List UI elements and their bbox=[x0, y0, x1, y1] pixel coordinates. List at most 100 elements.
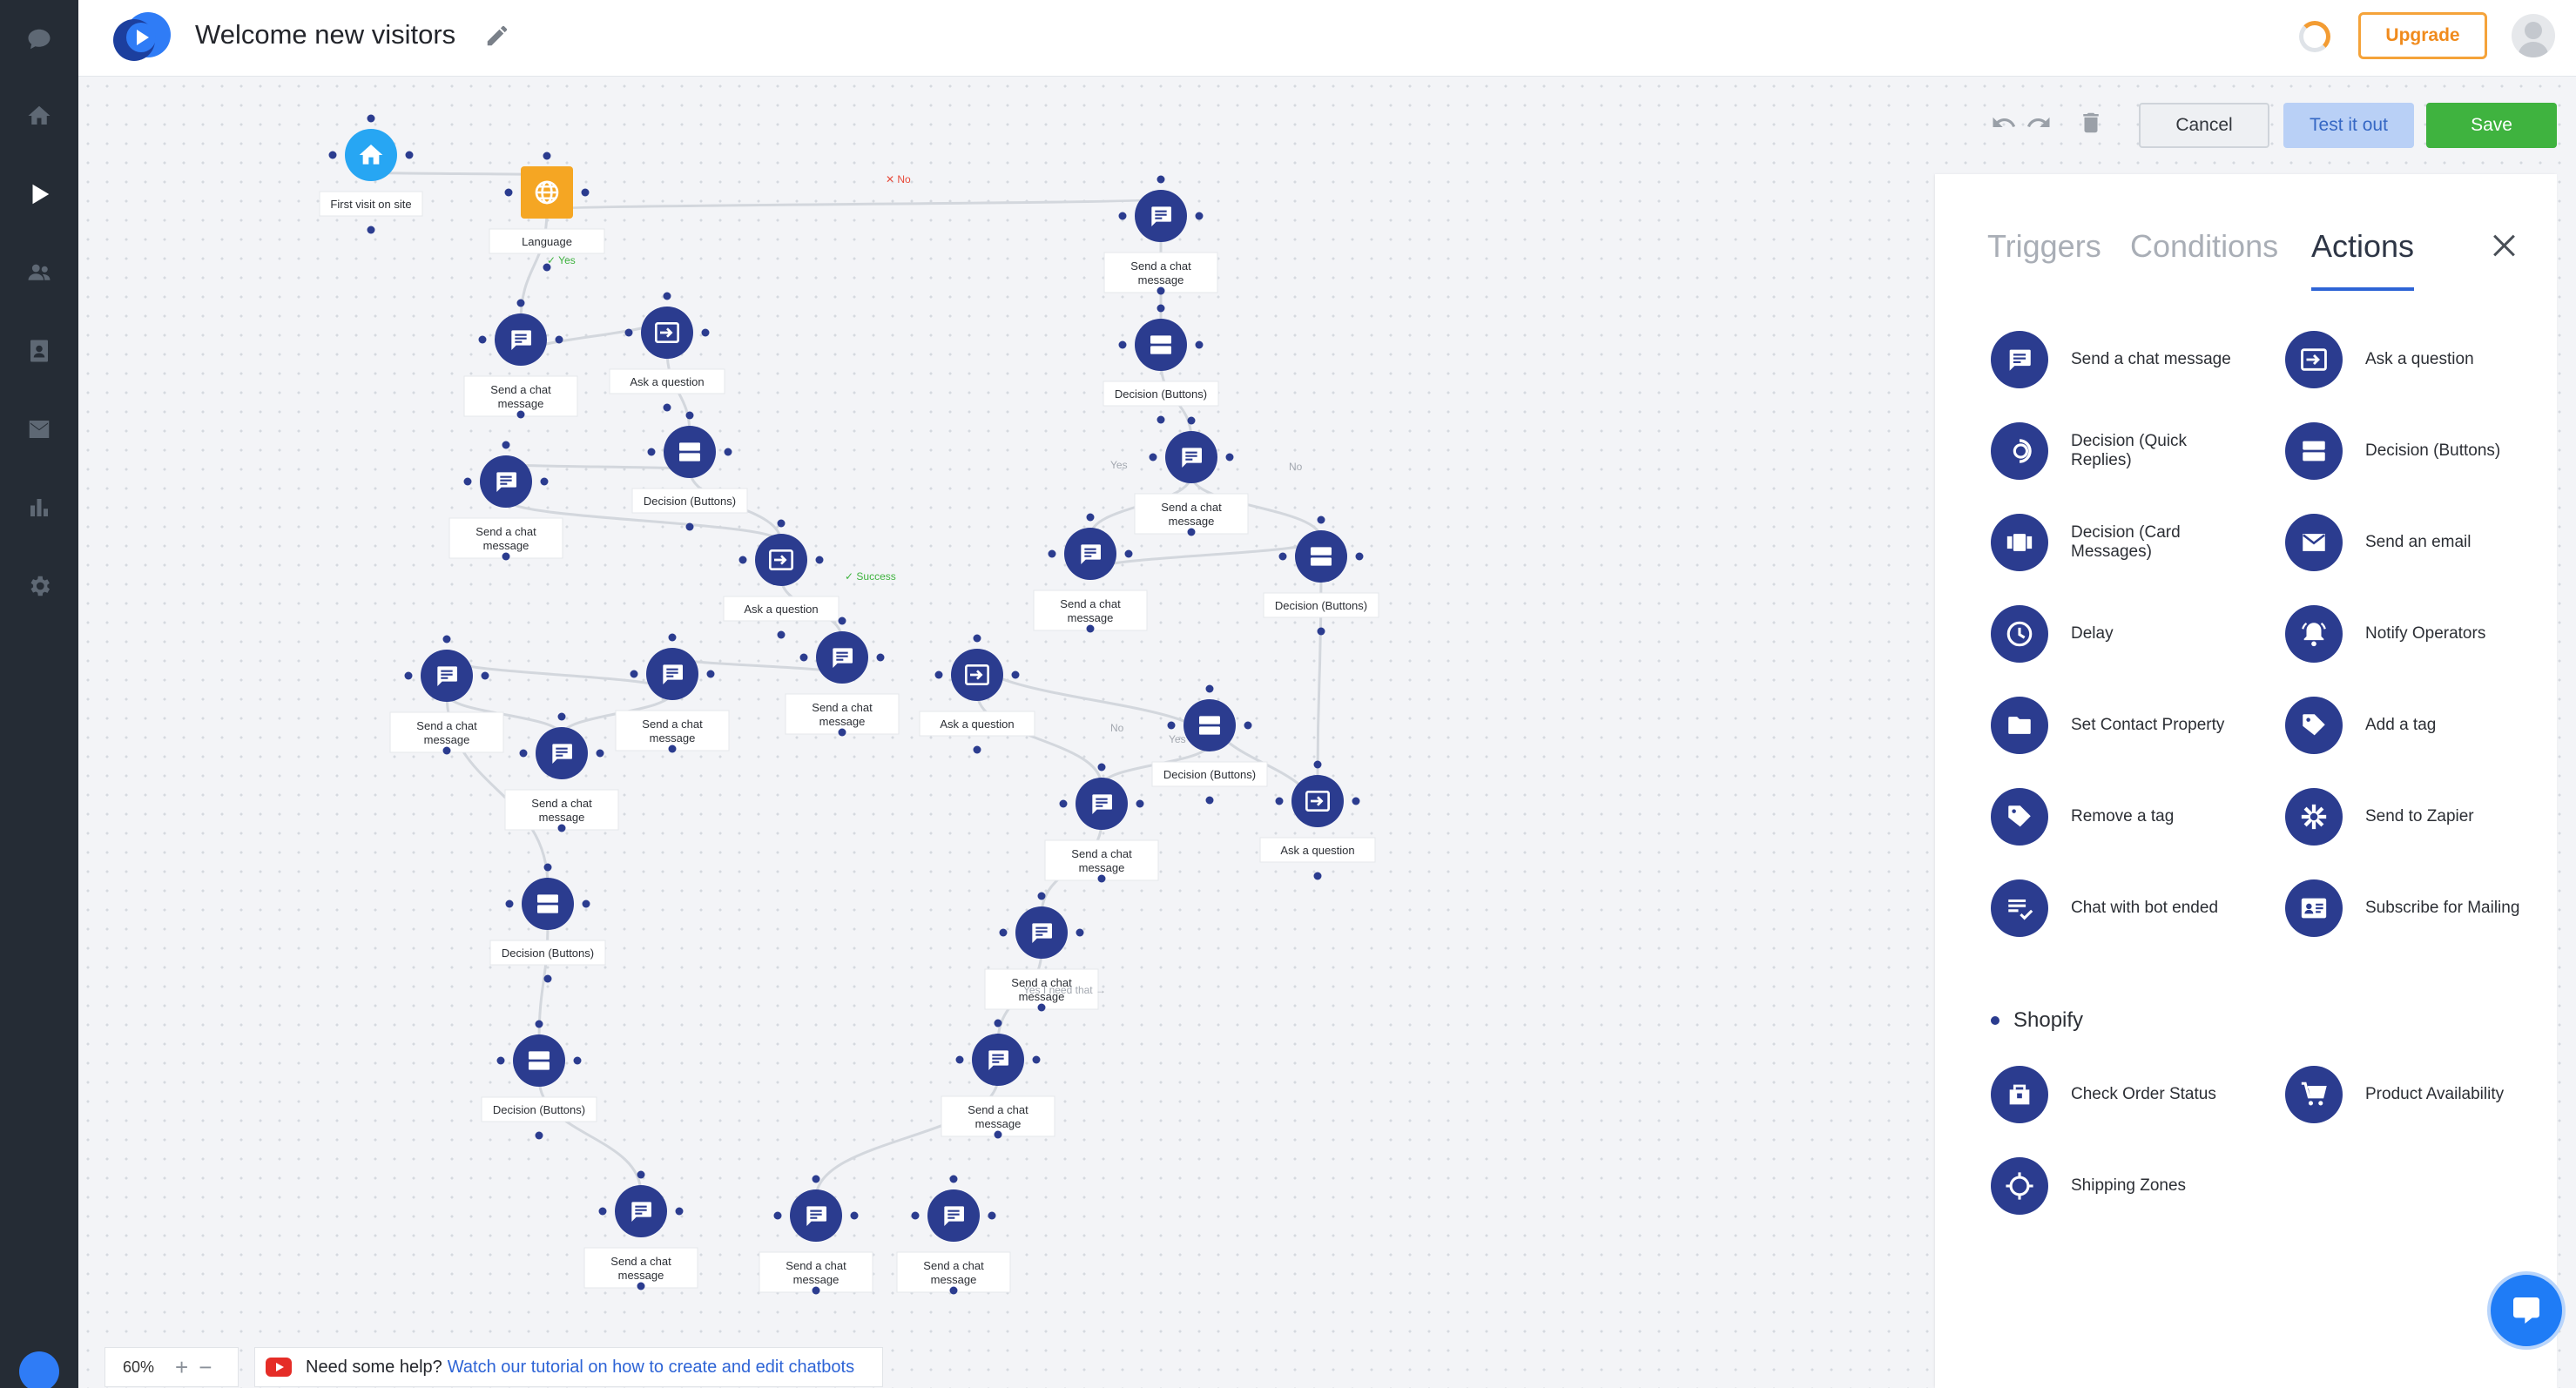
node-port[interactable] bbox=[496, 1056, 505, 1065]
node-port[interactable] bbox=[1195, 212, 1204, 220]
flow-node-chat[interactable]: Send a chat message bbox=[1134, 416, 1249, 536]
node-port[interactable] bbox=[973, 745, 981, 754]
action-add-a-tag[interactable]: Add a tag bbox=[2285, 697, 2531, 754]
action-decision-quick-replies[interactable]: Decision (Quick Replies) bbox=[1991, 422, 2236, 480]
tab-triggers[interactable]: Triggers bbox=[1987, 228, 2101, 265]
node-port[interactable] bbox=[502, 552, 510, 561]
zoom-out-button[interactable]: − bbox=[199, 1354, 212, 1381]
shopify-action-check-order-status[interactable]: Check Order Status bbox=[1991, 1066, 2236, 1123]
node-port[interactable] bbox=[557, 824, 566, 832]
node-port[interactable] bbox=[777, 630, 786, 639]
node-port[interactable] bbox=[1205, 796, 1214, 805]
node-port[interactable] bbox=[1278, 552, 1287, 561]
node-port[interactable] bbox=[949, 1286, 958, 1295]
node-port[interactable] bbox=[1037, 1003, 1046, 1012]
node-port[interactable] bbox=[1086, 624, 1095, 633]
node-port[interactable] bbox=[668, 745, 677, 753]
node-port[interactable] bbox=[850, 1211, 859, 1220]
node-port[interactable] bbox=[630, 670, 638, 678]
node-port[interactable] bbox=[1011, 670, 1020, 679]
contacts-icon[interactable] bbox=[0, 312, 78, 390]
node-port[interactable] bbox=[463, 477, 472, 486]
node-port[interactable] bbox=[663, 292, 671, 300]
mail-icon[interactable] bbox=[0, 390, 78, 468]
node-port[interactable] bbox=[1157, 304, 1165, 313]
chat-widget-button[interactable] bbox=[2487, 1271, 2566, 1350]
node-port[interactable] bbox=[701, 328, 710, 337]
action-notify-operators[interactable]: Notify Operators bbox=[2285, 605, 2531, 663]
node-port[interactable] bbox=[838, 617, 846, 625]
flow-node-chat[interactable]: Send a chat message bbox=[389, 635, 504, 755]
node-port[interactable] bbox=[442, 635, 451, 643]
node-port[interactable] bbox=[596, 749, 604, 758]
node-port[interactable] bbox=[1313, 760, 1322, 769]
node-port[interactable] bbox=[535, 1131, 543, 1140]
node-port[interactable] bbox=[367, 226, 375, 234]
flow-node-language[interactable]: Language bbox=[489, 152, 605, 272]
node-port[interactable] bbox=[1355, 552, 1364, 561]
flow-node-chat[interactable]: Send a chat message bbox=[1033, 513, 1148, 633]
node-port[interactable] bbox=[1317, 627, 1325, 636]
shopify-action-shipping-zones[interactable]: Shipping Zones bbox=[1991, 1157, 2236, 1215]
node-port[interactable] bbox=[504, 188, 513, 197]
save-button[interactable]: Save bbox=[2426, 103, 2557, 148]
flow-node-chat[interactable]: Send a chat message bbox=[504, 712, 619, 832]
node-port[interactable] bbox=[1097, 874, 1106, 883]
trash-icon[interactable] bbox=[2078, 110, 2104, 136]
node-port[interactable] bbox=[637, 1170, 645, 1179]
node-port[interactable] bbox=[668, 633, 677, 642]
node-port[interactable] bbox=[1118, 212, 1127, 220]
node-port[interactable] bbox=[581, 188, 590, 197]
flow-node-chat[interactable]: Send a chat message bbox=[941, 1019, 1055, 1139]
node-port[interactable] bbox=[773, 1211, 782, 1220]
node-port[interactable] bbox=[540, 477, 549, 486]
node-port[interactable] bbox=[994, 1130, 1002, 1139]
node-port[interactable] bbox=[1195, 340, 1204, 349]
tutorial-link[interactable]: Watch our tutorial on how to create and … bbox=[448, 1358, 854, 1378]
node-port[interactable] bbox=[543, 974, 552, 983]
edit-pencil-icon[interactable] bbox=[484, 23, 510, 49]
node-port[interactable] bbox=[624, 328, 633, 337]
flow-node-question[interactable]: Ask a question bbox=[1259, 760, 1376, 880]
node-port[interactable] bbox=[557, 712, 566, 721]
flow-node-chat[interactable]: Send a chat message bbox=[615, 633, 730, 753]
node-port[interactable] bbox=[367, 114, 375, 123]
node-port[interactable] bbox=[598, 1207, 607, 1216]
flow-node-question[interactable]: Ask a question bbox=[723, 519, 840, 639]
node-port[interactable] bbox=[955, 1055, 964, 1064]
action-ask-a-question[interactable]: Ask a question bbox=[2285, 331, 2531, 388]
node-port[interactable] bbox=[505, 900, 514, 908]
redo-icon[interactable] bbox=[2026, 110, 2052, 136]
flow-node-buttons[interactable]: Decision (Buttons) bbox=[631, 411, 748, 531]
node-port[interactable] bbox=[478, 335, 487, 344]
node-port[interactable] bbox=[1317, 515, 1325, 524]
node-port[interactable] bbox=[1187, 416, 1196, 425]
node-port[interactable] bbox=[675, 1207, 684, 1216]
action-remove-a-tag[interactable]: Remove a tag bbox=[1991, 788, 2236, 846]
node-port[interactable] bbox=[994, 1019, 1002, 1028]
node-port[interactable] bbox=[516, 410, 525, 419]
node-port[interactable] bbox=[1352, 797, 1360, 805]
node-port[interactable] bbox=[481, 671, 489, 680]
node-port[interactable] bbox=[999, 928, 1008, 937]
node-port[interactable] bbox=[973, 634, 981, 643]
users-icon[interactable] bbox=[0, 233, 78, 312]
action-send-to-zapier[interactable]: Send to Zapier bbox=[2285, 788, 2531, 846]
node-port[interactable] bbox=[949, 1175, 958, 1183]
node-port[interactable] bbox=[535, 1020, 543, 1028]
node-port[interactable] bbox=[1225, 453, 1234, 462]
node-port[interactable] bbox=[738, 556, 747, 564]
flow-node-chat[interactable]: Send a chat message bbox=[448, 441, 563, 561]
node-port[interactable] bbox=[1275, 797, 1284, 805]
undo-icon[interactable] bbox=[1991, 110, 2017, 136]
node-port[interactable] bbox=[1205, 684, 1214, 693]
node-port[interactable] bbox=[647, 448, 656, 456]
flow-node-buttons[interactable]: Decision (Buttons) bbox=[489, 863, 606, 983]
node-port[interactable] bbox=[934, 670, 943, 679]
node-port[interactable] bbox=[328, 151, 337, 159]
node-port[interactable] bbox=[777, 519, 786, 528]
flow-node-chat[interactable]: Send a chat message bbox=[759, 1175, 873, 1295]
node-port[interactable] bbox=[812, 1175, 820, 1183]
node-port[interactable] bbox=[1149, 453, 1157, 462]
action-subscribe-for-mailing[interactable]: Subscribe for Mailing bbox=[2285, 879, 2531, 937]
